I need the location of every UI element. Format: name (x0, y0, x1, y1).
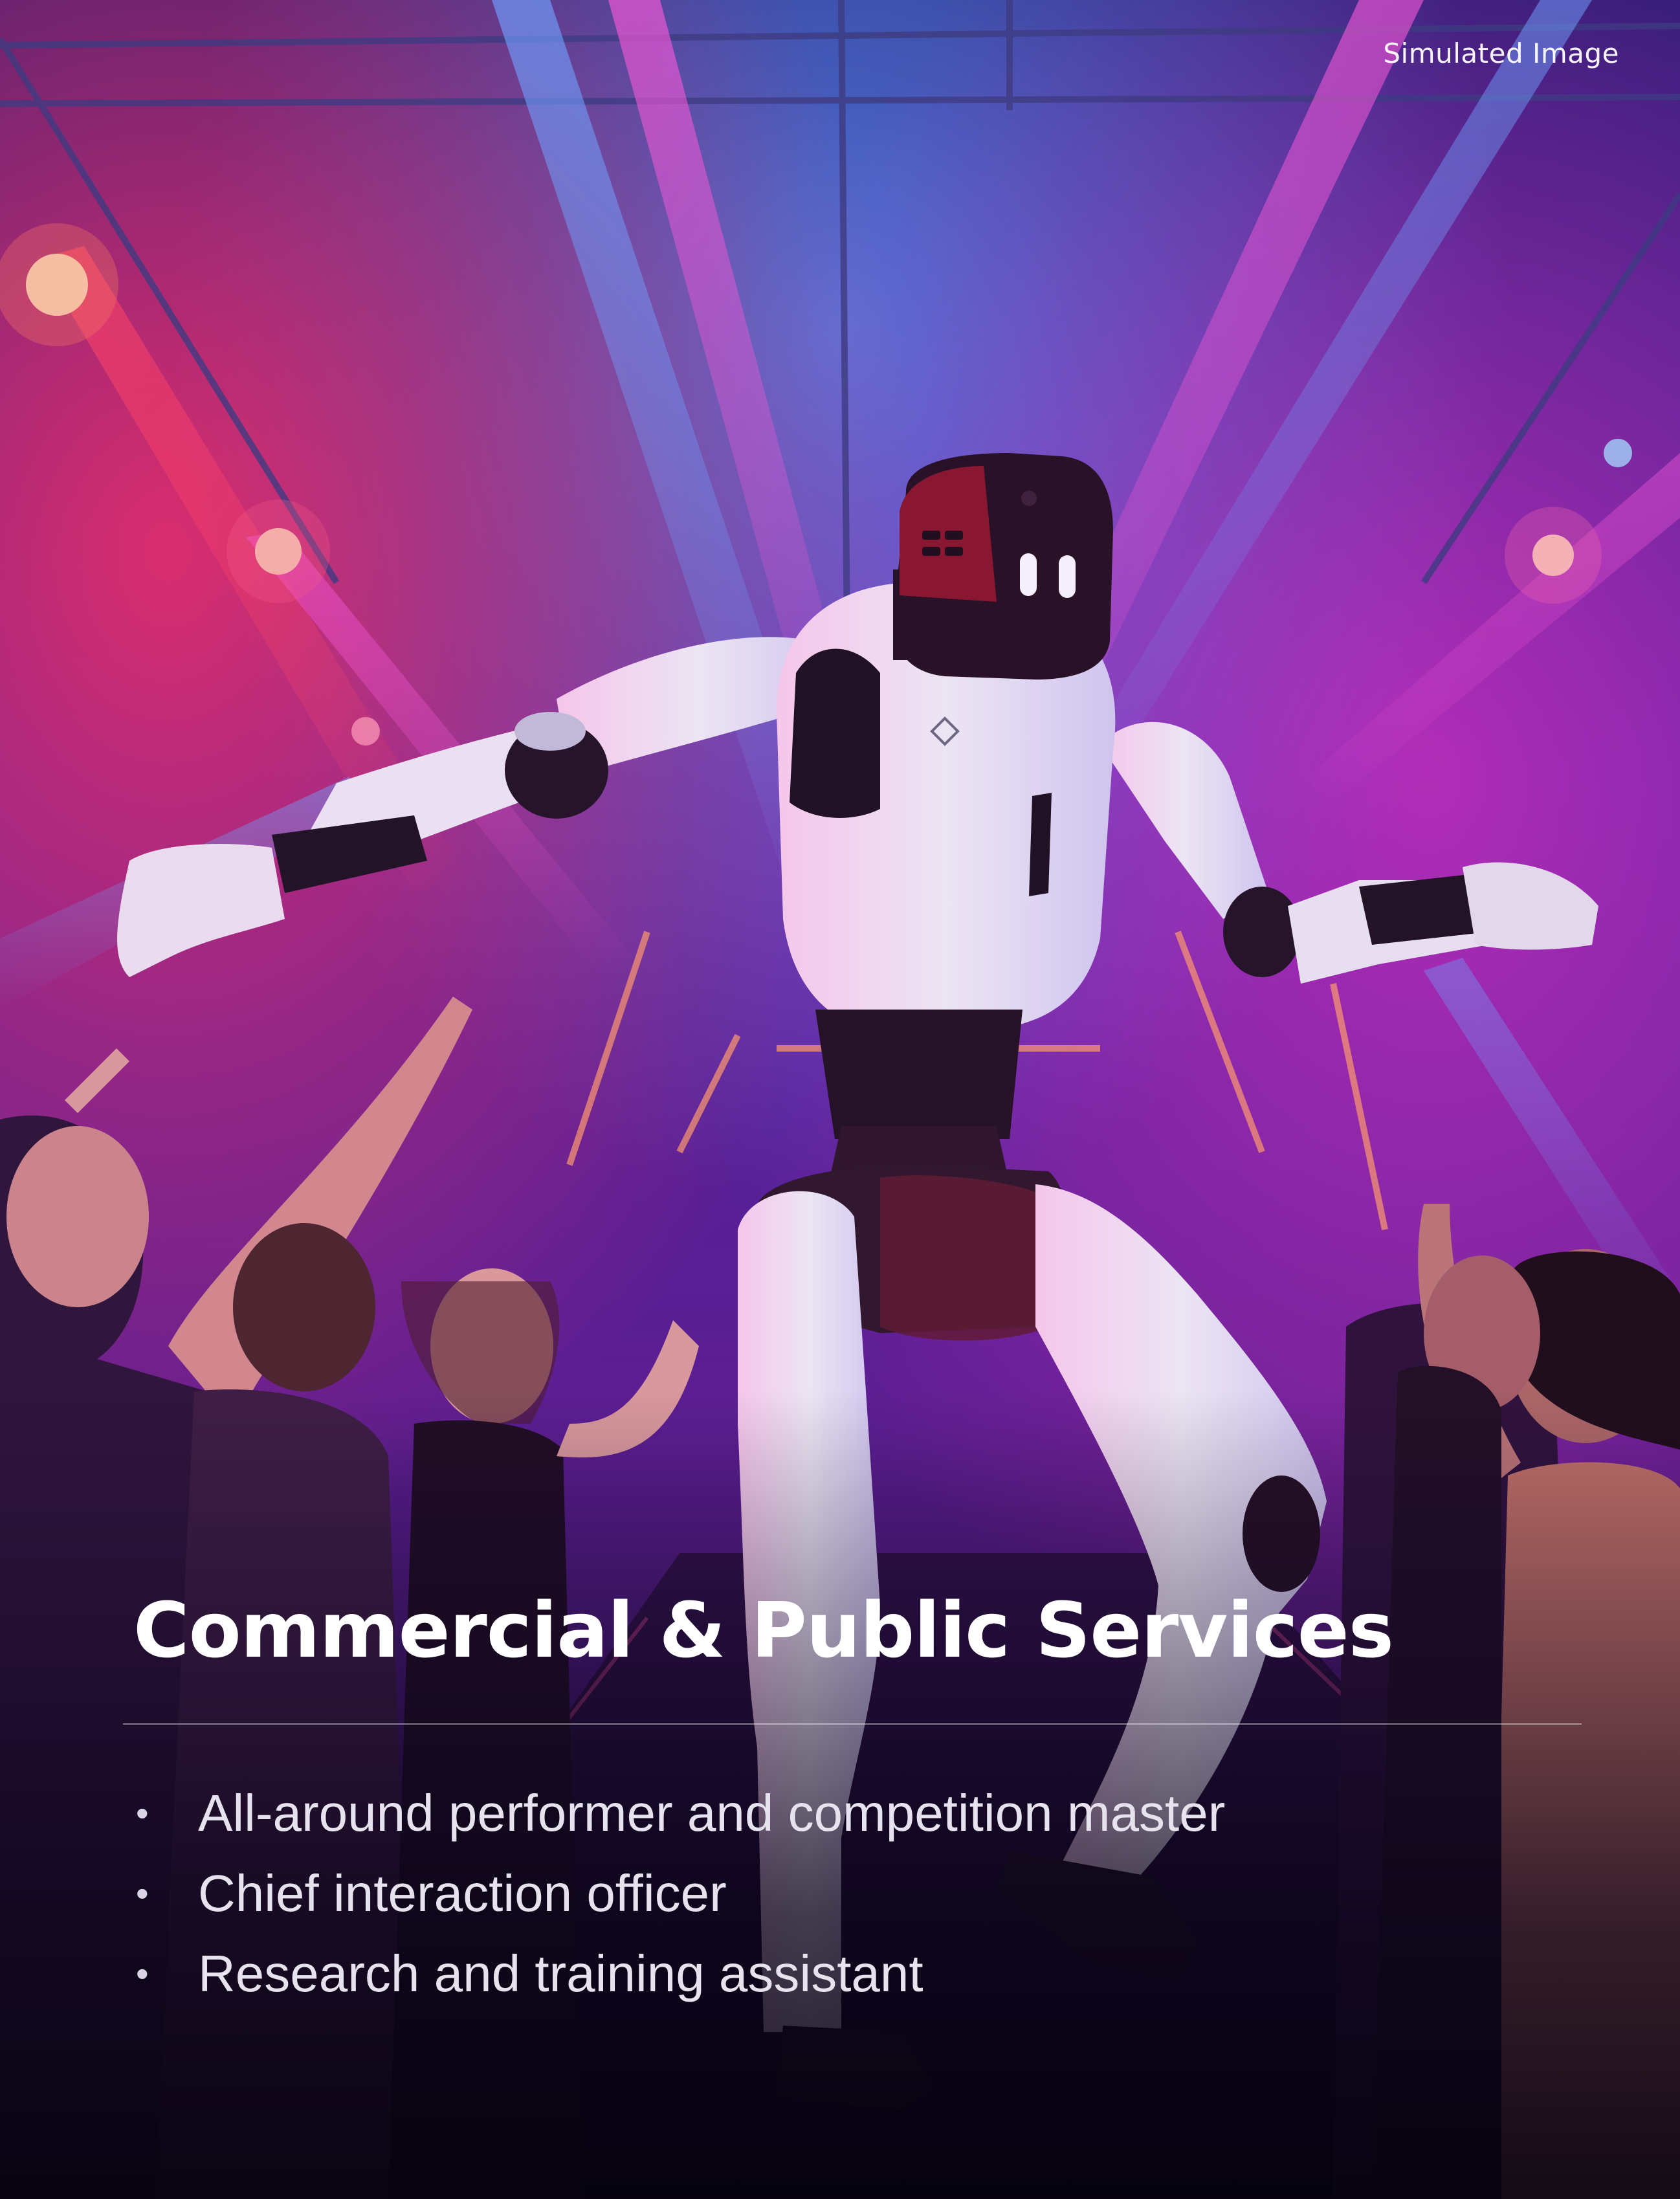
simulated-image-label: Simulated Image (1383, 38, 1619, 69)
list-item: • All-around performer and competition m… (133, 1773, 1225, 1853)
capabilities-list: • All-around performer and competition m… (133, 1773, 1225, 2014)
bullet-icon: • (136, 1793, 149, 1833)
list-item-text: Research and training assistant (198, 1945, 923, 2002)
list-item: • Research and training assistant (133, 1934, 1225, 2014)
slide: Simulated Image Commercial & Public Serv… (0, 0, 1680, 2199)
title-divider (123, 1723, 1582, 1725)
bullet-icon: • (136, 1953, 149, 1994)
list-item-text: All-around performer and competition mas… (198, 1784, 1226, 1842)
bullet-icon: • (136, 1873, 149, 1914)
list-item: • Chief interaction officer (133, 1853, 1225, 1934)
slide-title: Commercial & Public Services (133, 1586, 1394, 1675)
list-item-text: Chief interaction officer (198, 1864, 727, 1922)
